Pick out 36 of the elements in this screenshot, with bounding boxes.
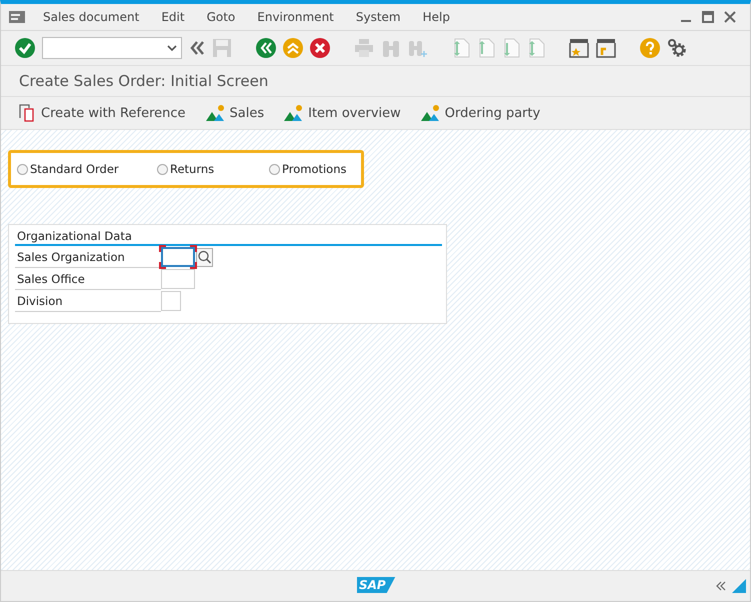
menu-item[interactable]: Sales document [37, 10, 146, 24]
menu-icon[interactable] [9, 11, 25, 23]
corner-icon [732, 579, 746, 593]
radio-button[interactable]: Standard Order [17, 162, 157, 176]
check-icon[interactable] [15, 38, 35, 58]
input-field[interactable] [161, 269, 195, 289]
double-left-icon[interactable] [189, 40, 205, 56]
section-title: Organizational Data [15, 229, 442, 246]
toolbar-button[interactable]: Item overview [284, 104, 401, 122]
logo: SAP [357, 577, 396, 593]
toolbar-button[interactable]: Sales [206, 104, 264, 122]
menu-item[interactable]: Help [416, 10, 456, 24]
maximize-icon[interactable] [702, 11, 714, 23]
settings-icon[interactable] [667, 38, 687, 58]
mountain-icon [420, 104, 441, 122]
window-star-icon[interactable] [569, 38, 589, 58]
menu-item[interactable]: Environment [251, 10, 340, 24]
menu-item[interactable]: Goto [200, 10, 242, 24]
back-icon[interactable] [256, 38, 276, 58]
screen-title: Create Sales Order: Initial Screen [1, 66, 750, 97]
command-field[interactable] [42, 37, 182, 59]
mountain-icon [206, 104, 226, 122]
search-icon[interactable] [196, 248, 213, 266]
caret-icon[interactable] [167, 45, 177, 51]
window-arrow-icon[interactable] [596, 38, 616, 58]
input-field[interactable] [161, 291, 181, 311]
double-left-icon[interactable] [716, 581, 726, 591]
menu-item[interactable]: Edit [155, 10, 191, 24]
toolbar-button[interactable]: Ordering party [420, 104, 540, 122]
cancel-icon[interactable] [310, 38, 330, 58]
menu-item[interactable]: System [350, 10, 407, 24]
radio-button[interactable]: Returns [157, 162, 269, 176]
radio-button[interactable]: Promotions [269, 162, 347, 176]
close-icon[interactable] [724, 11, 736, 23]
toolbar-button[interactable]: Create with Reference [19, 104, 186, 122]
mountain-icon [284, 104, 304, 122]
